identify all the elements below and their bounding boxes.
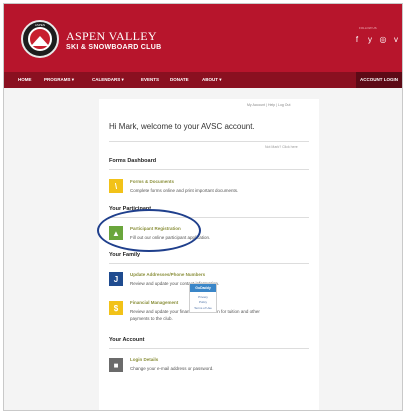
login-details-desc: Change your e-mail address or password. <box>130 366 214 371</box>
divider <box>109 141 309 142</box>
account-login-button[interactable]: ACCOUNT LOGIN <box>356 72 402 88</box>
nav-home[interactable]: HOME <box>18 77 32 82</box>
login-details-link[interactable]: Login Details <box>130 357 158 362</box>
policy-link[interactable]: Policy <box>190 300 216 304</box>
forms-documents-icon[interactable]: \ <box>109 179 123 193</box>
follow-label: FOLLOW US <box>359 26 377 30</box>
financial-management-icon[interactable]: $ <box>109 301 123 315</box>
section-your-account: Your Account <box>109 337 145 343</box>
nav-events[interactable]: EVENTS <box>141 77 159 82</box>
facebook-icon[interactable]: f <box>353 36 361 44</box>
privacy-link[interactable]: Privacy <box>190 295 216 299</box>
browser-frame: ASPEN ASPEN VALLEY SKI & SNOWBOARD CLUB … <box>3 3 403 411</box>
account-panel: My Account | Help | Log Out Hi Mark, wel… <box>99 99 319 410</box>
highlight-annotation <box>97 209 201 252</box>
club-logo-icon[interactable]: ASPEN <box>21 20 59 58</box>
divider <box>109 263 309 264</box>
brand-name[interactable]: ASPEN VALLEY <box>66 29 157 44</box>
login-details-icon[interactable]: ■ <box>109 358 123 372</box>
section-your-family: Your Family <box>109 252 141 258</box>
financial-management-desc-2: payments to the club. <box>130 316 173 321</box>
vimeo-icon[interactable]: v <box>392 36 400 44</box>
twitter-icon[interactable]: y <box>366 36 374 44</box>
financial-management-link[interactable]: Financial Management <box>130 300 178 305</box>
logo-mountain-icon <box>31 36 49 46</box>
account-links[interactable]: My Account | Help | Log Out <box>247 103 290 107</box>
nav-calendars[interactable]: CALENDARS ▾ <box>92 77 124 83</box>
security-badge[interactable]: GoDaddy Privacy Policy Terms of Use <box>189 283 217 313</box>
nav-donate[interactable]: DONATE <box>170 77 189 82</box>
section-forms-dashboard: Forms Dashboard <box>109 158 157 164</box>
divider <box>109 169 309 170</box>
main-nav: HOME PROGRAMS ▾ CALENDARS ▾ EVENTS DONAT… <box>4 72 402 88</box>
nav-programs[interactable]: PROGRAMS ▾ <box>44 77 74 83</box>
badge-title: GoDaddy <box>190 284 216 292</box>
brand-subtitle[interactable]: SKI & SNOWBOARD CLUB <box>66 44 161 51</box>
nav-about[interactable]: ABOUT ▾ <box>202 77 222 83</box>
forms-documents-link[interactable]: Forms & Documents <box>130 179 174 184</box>
update-addresses-link[interactable]: Update Addresses/Phone Numbers <box>130 272 205 277</box>
site-header: ASPEN ASPEN VALLEY SKI & SNOWBOARD CLUB … <box>4 4 402 72</box>
social-links: f y ◎ v <box>353 36 400 44</box>
not-me-link[interactable]: Not Mark? Click here <box>265 145 298 149</box>
instagram-icon[interactable]: ◎ <box>379 36 387 44</box>
terms-link[interactable]: Terms of Use <box>190 306 216 310</box>
welcome-heading: Hi Mark, welcome to your AVSC account. <box>109 122 255 131</box>
update-addresses-icon[interactable]: J <box>109 272 123 286</box>
divider <box>109 348 309 349</box>
forms-documents-desc: Complete forms online and print importan… <box>130 188 239 193</box>
